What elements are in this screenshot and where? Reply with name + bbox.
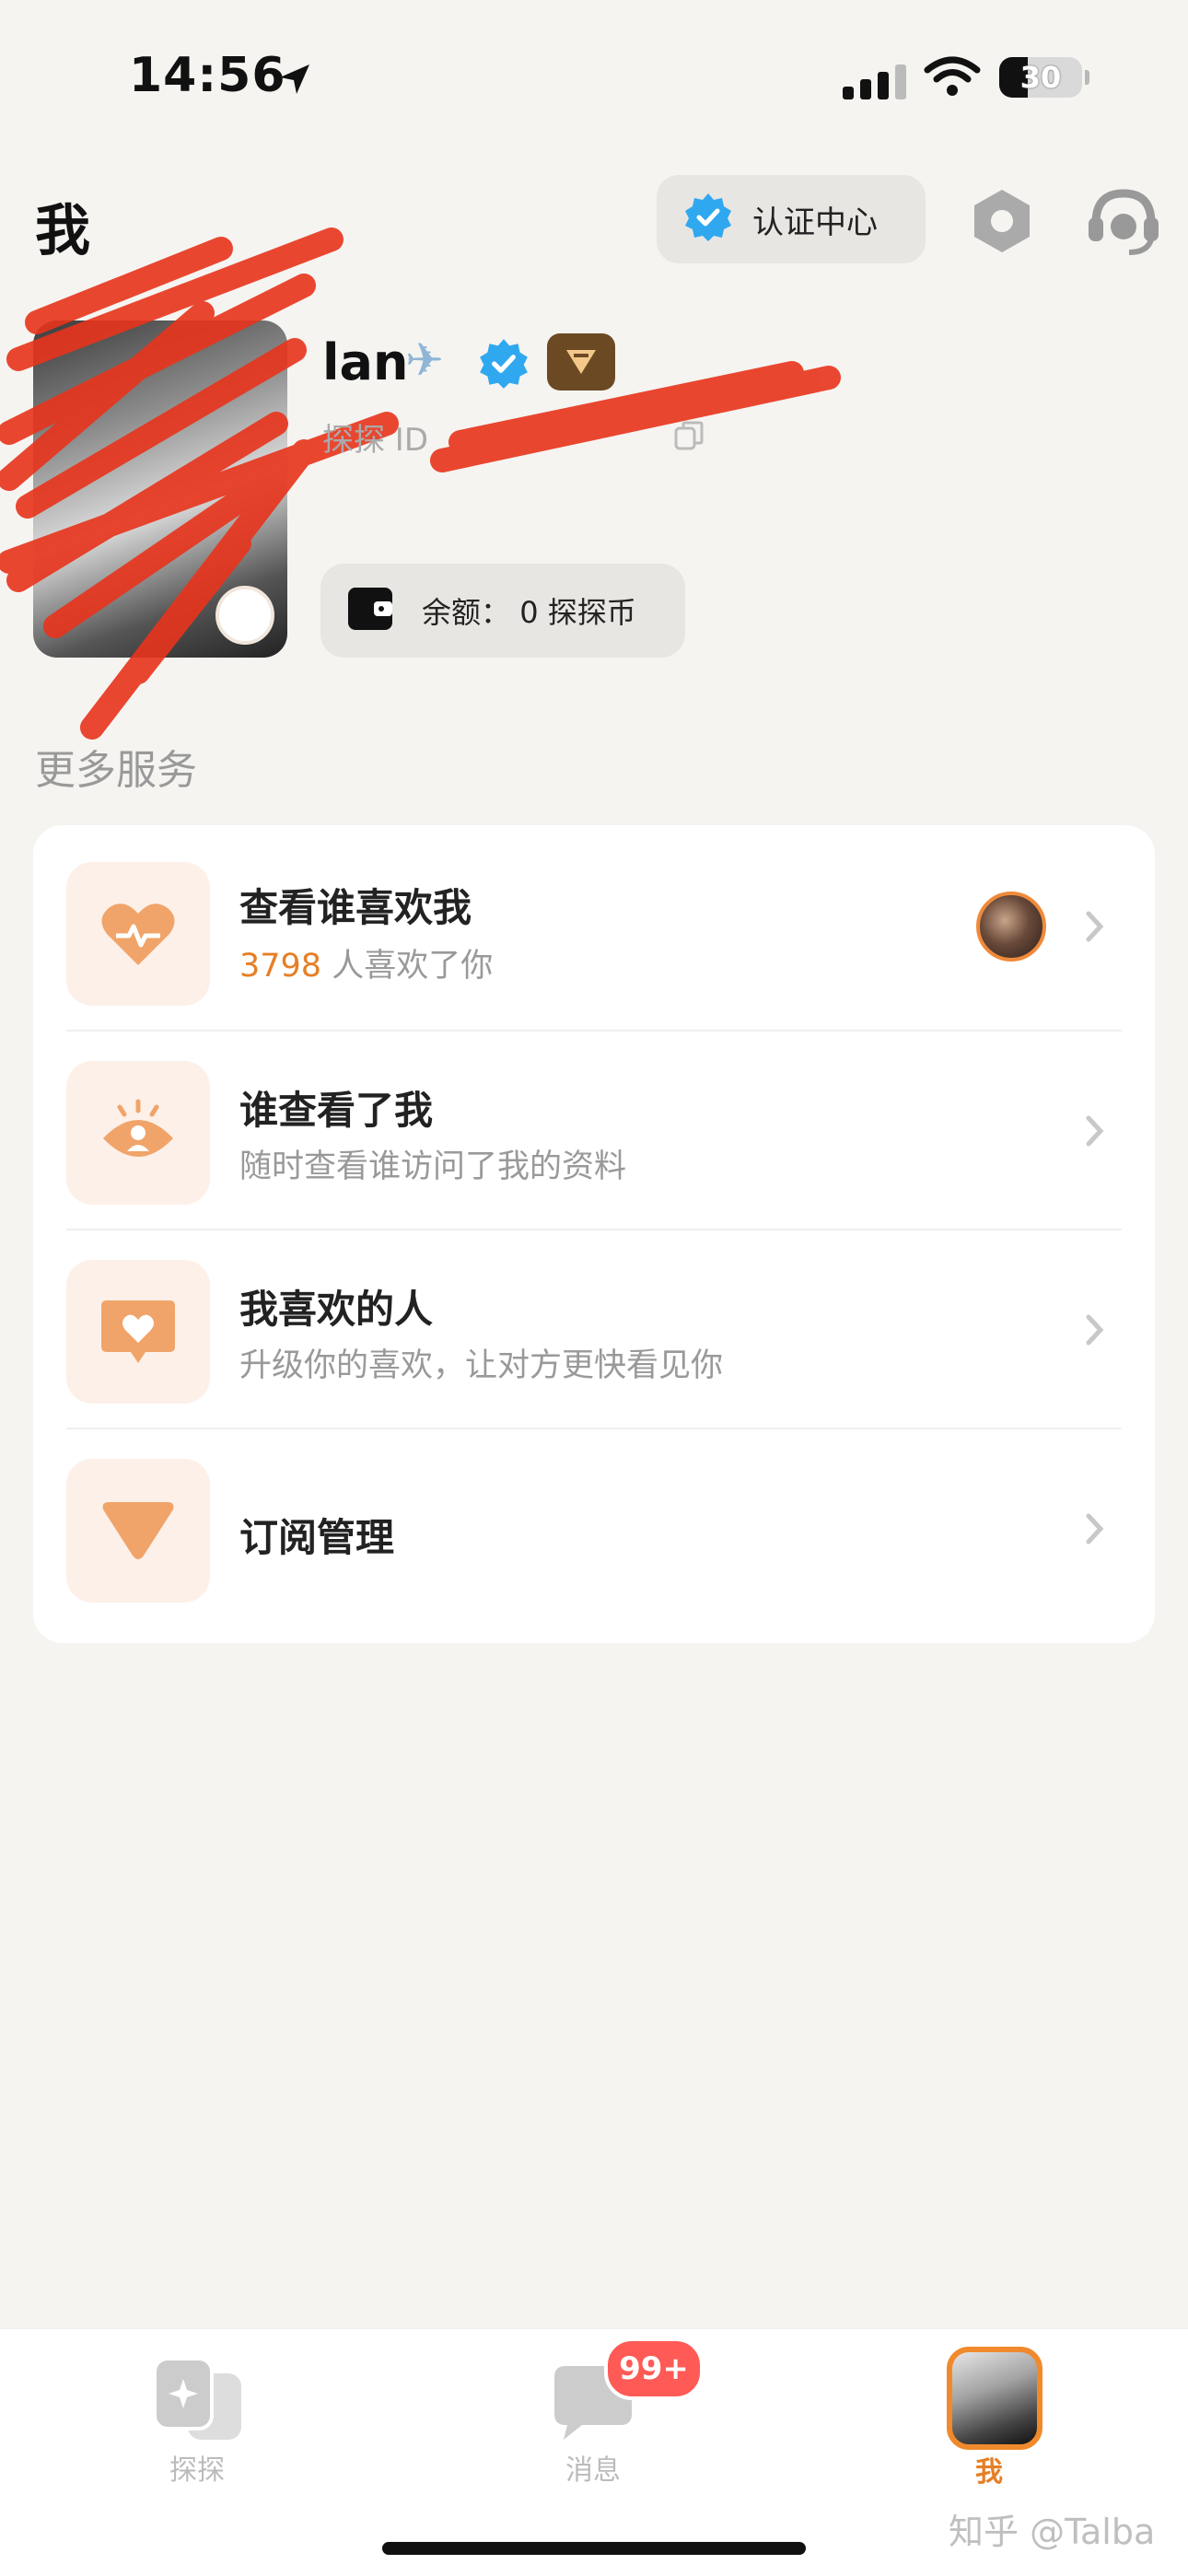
battery-level: 30 xyxy=(1019,60,1062,95)
airplane-icon: ✈ xyxy=(405,333,444,387)
swipe-cards-icon xyxy=(151,2351,247,2447)
service-subtitle: 人喜欢了你 xyxy=(321,948,494,985)
balance-unit: 探探币 xyxy=(547,595,636,630)
tab-label: 我 xyxy=(975,2456,1003,2489)
battery-icon: 30 xyxy=(999,57,1082,98)
service-title: 我喜欢的人 xyxy=(239,1287,434,1332)
chevron-right-icon xyxy=(1085,1114,1105,1151)
tab-me-avatar[interactable] xyxy=(947,2347,1042,2450)
tab-label: 消息 xyxy=(565,2454,621,2487)
service-title: 谁查看了我 xyxy=(239,1088,434,1133)
service-people-i-like[interactable]: 我喜欢的人 升级你的喜欢，让对方更快看见你 xyxy=(33,1223,1155,1422)
watermark: 知乎 @Talba xyxy=(949,2512,1156,2552)
balance-card[interactable]: 余额： 0 探探币 xyxy=(320,564,685,658)
chevron-right-icon xyxy=(1085,1313,1105,1350)
redaction-scribble xyxy=(0,212,847,787)
heart-message-icon xyxy=(66,1260,210,1404)
likes-count: 3798 xyxy=(239,948,322,985)
tab-label: 探探 xyxy=(169,2454,225,2487)
section-title: 更多服务 xyxy=(35,747,197,794)
service-subtitle: 随时查看谁访问了我的资料 xyxy=(239,1148,627,1185)
wifi-icon xyxy=(924,55,981,101)
service-who-viewed-me[interactable]: 谁查看了我 随时查看谁访问了我的资料 xyxy=(33,1024,1155,1223)
vip-badge-icon[interactable] xyxy=(547,333,615,390)
wallet-icon xyxy=(346,586,394,635)
home-indicator[interactable] xyxy=(382,2542,806,2555)
user-id-label: 探探 ID xyxy=(322,422,429,459)
services-card: 查看谁喜欢我 3798 人喜欢了你 谁查看了我 随时查看谁访问了我的资料 我喜欢… xyxy=(33,825,1155,1643)
customer-service-icon[interactable] xyxy=(1083,184,1164,262)
eye-icon xyxy=(66,1061,210,1205)
chevron-right-icon xyxy=(1085,1512,1105,1549)
location-arrow-icon xyxy=(276,61,313,101)
unread-badge: 99+ xyxy=(604,2337,704,2400)
balance-value: 0 xyxy=(519,595,539,630)
status-time: 14:56 xyxy=(129,48,286,103)
service-subscription[interactable]: 订阅管理 xyxy=(33,1422,1155,1621)
service-title: 订阅管理 xyxy=(239,1515,395,1560)
cellular-signal-icon xyxy=(843,64,906,99)
copy-icon[interactable] xyxy=(672,419,705,456)
service-title: 查看谁喜欢我 xyxy=(239,885,472,930)
service-subtitle: 升级你的喜欢，让对方更快看见你 xyxy=(239,1347,724,1384)
balance-label: 余额： xyxy=(422,595,511,630)
user-name: lan xyxy=(322,333,409,391)
heart-pulse-icon xyxy=(66,862,210,1006)
settings-icon[interactable] xyxy=(967,186,1037,260)
verified-badge-icon xyxy=(477,337,530,394)
chevron-right-icon xyxy=(1085,910,1105,947)
liker-avatar xyxy=(976,892,1046,962)
service-who-likes-me[interactable]: 查看谁喜欢我 3798 人喜欢了你 xyxy=(33,825,1155,1024)
diamond-icon xyxy=(66,1459,210,1603)
battery-tip xyxy=(1085,70,1089,85)
